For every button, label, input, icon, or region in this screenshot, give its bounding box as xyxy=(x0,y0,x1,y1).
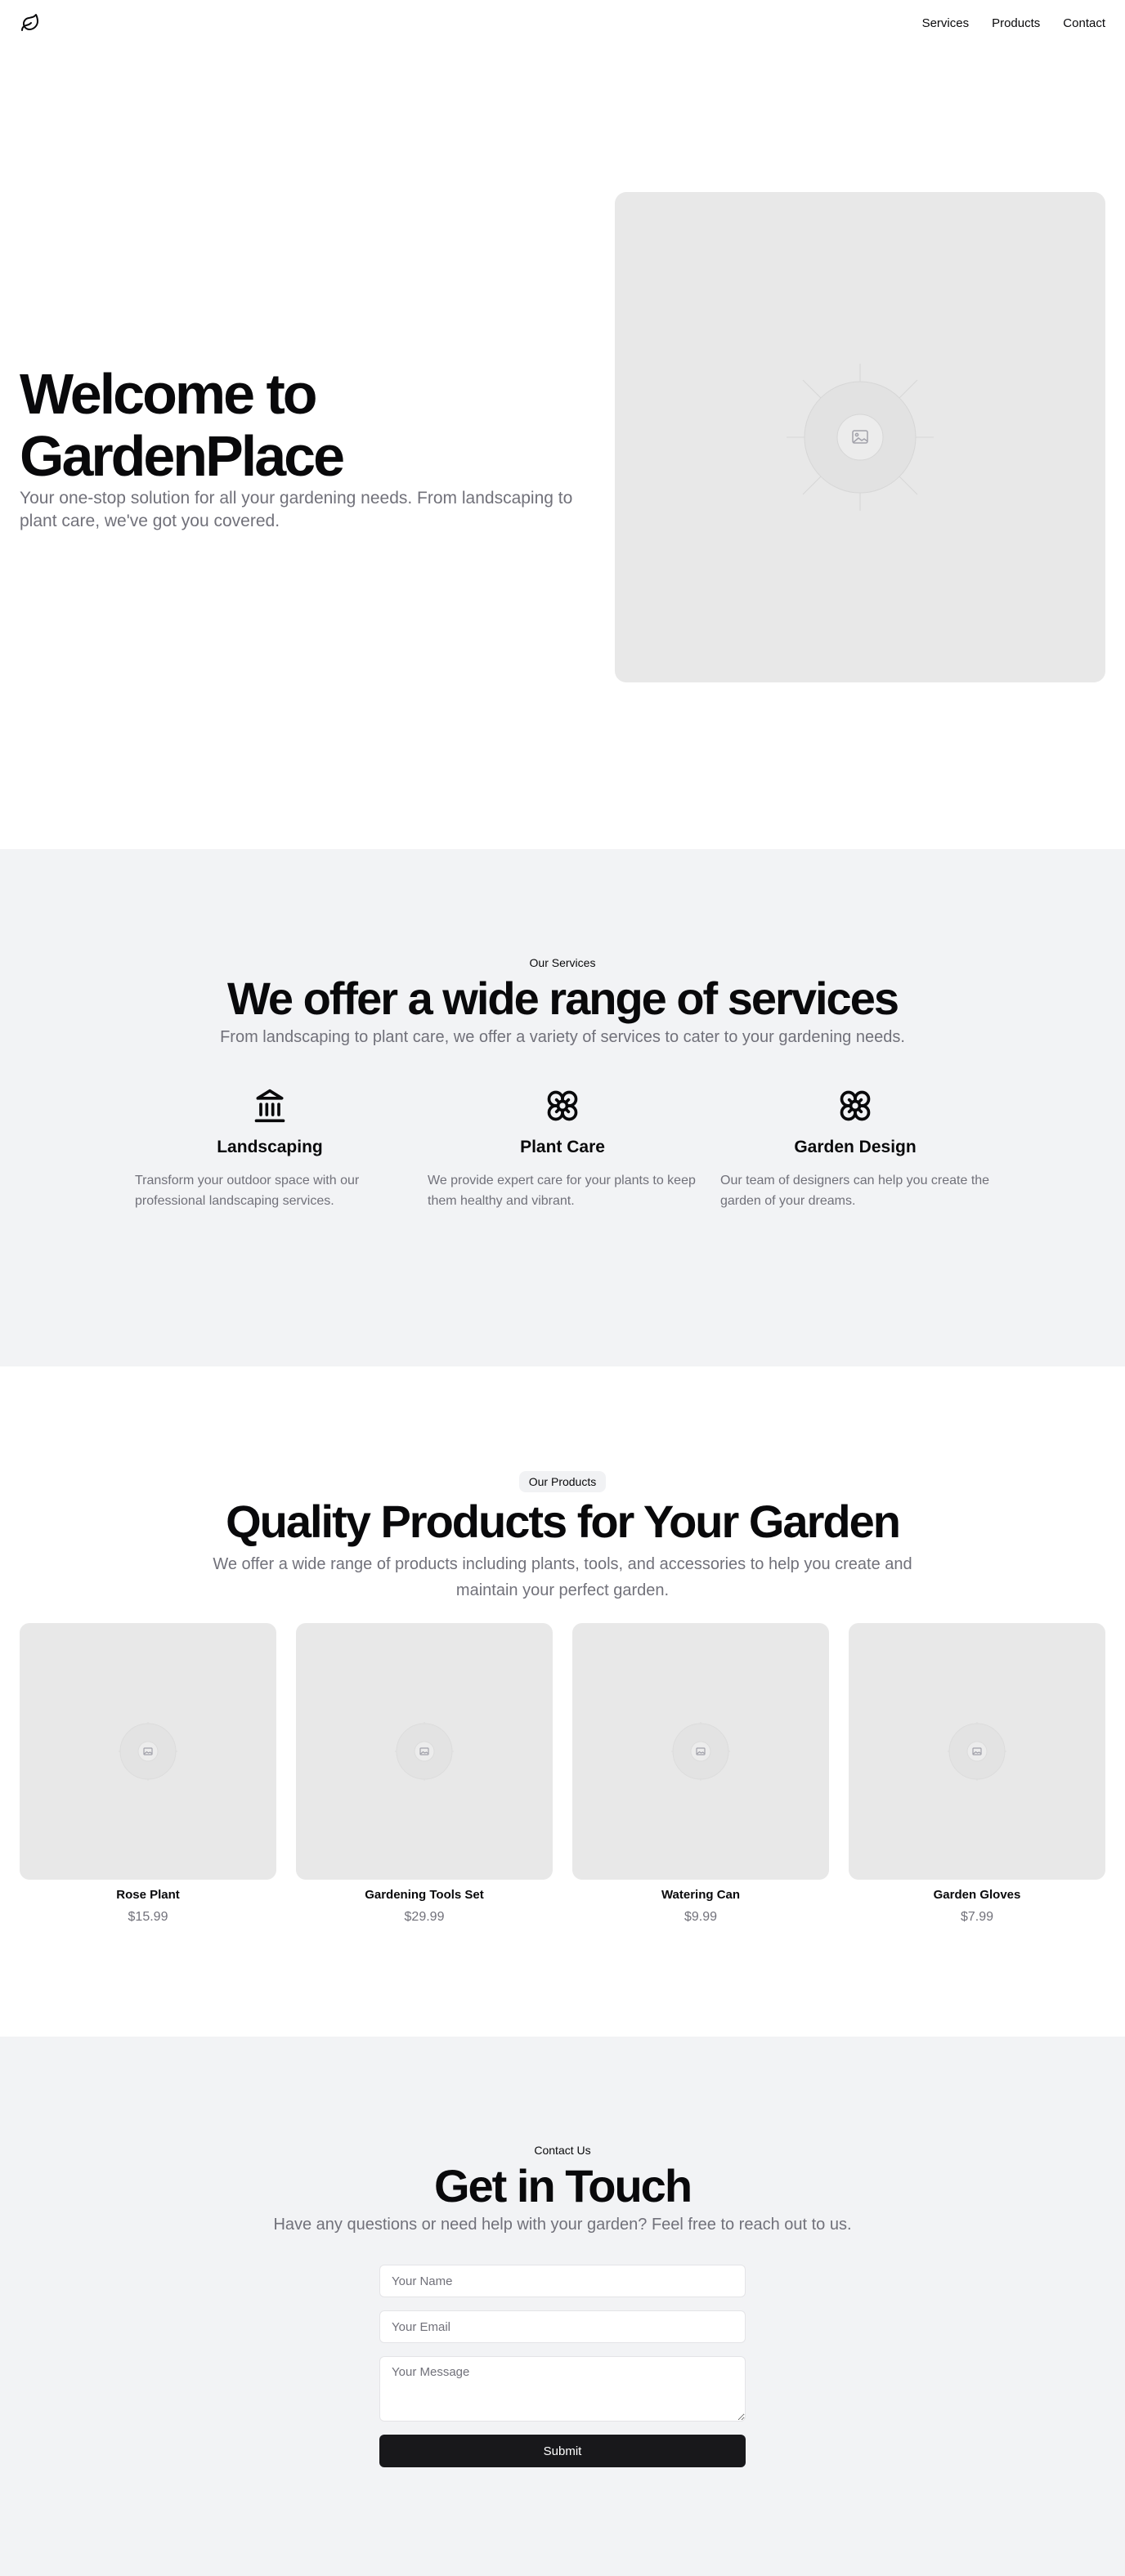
landmark-icon xyxy=(135,1087,405,1125)
contact-form: Submit xyxy=(379,2265,746,2467)
hero-title: Welcome to GardenPlace xyxy=(20,361,345,488)
service-title: Plant Care xyxy=(520,1138,605,1156)
image-placeholder-icon xyxy=(395,1722,454,1781)
service-description: We provide expert care for your plants t… xyxy=(428,1174,696,1208)
nav-link-products[interactable]: Products xyxy=(992,16,1040,30)
submit-button[interactable]: Submit xyxy=(379,2435,746,2467)
product-card[interactable]: Rose Plant $15.99 xyxy=(20,1623,276,1925)
services-eyebrow: Our Services xyxy=(529,956,596,969)
service-title: Garden Design xyxy=(794,1138,917,1156)
nav-link-services[interactable]: Services xyxy=(922,16,970,30)
site-header: Services Products Contact xyxy=(0,0,1125,46)
service-card: Plant Care We provide expert care for yo… xyxy=(428,1087,697,1211)
main-nav: Services Products Contact xyxy=(922,16,1105,30)
name-field[interactable] xyxy=(379,2265,746,2297)
product-image-placeholder xyxy=(296,1623,553,1880)
hero-section: Welcome to GardenPlace Your one-stop sol… xyxy=(0,46,1125,849)
product-name: Watering Can xyxy=(661,1888,741,1902)
products-grid: Rose Plant $15.99 Gardening Tools Set $2… xyxy=(0,1623,1125,1925)
services-section: Our Services We offer a wide range of se… xyxy=(0,849,1125,1366)
services-title: We offer a wide range of services xyxy=(227,973,899,1024)
services-subtitle: From landscaping to plant care, we offer… xyxy=(220,1028,905,1046)
flower-icon xyxy=(720,1087,990,1125)
contact-eyebrow: Contact Us xyxy=(534,2144,591,2157)
image-placeholder-icon xyxy=(787,364,934,511)
service-card: Landscaping Transform your outdoor space… xyxy=(135,1087,405,1211)
product-price: $7.99 xyxy=(960,1910,994,1924)
product-name: Rose Plant xyxy=(116,1888,180,1902)
product-card[interactable]: Garden Gloves $7.99 xyxy=(849,1623,1105,1925)
products-section: Our Products Quality Products for Your G… xyxy=(0,1366,1125,2037)
product-image-placeholder xyxy=(849,1623,1105,1880)
email-field[interactable] xyxy=(379,2310,746,2343)
product-price: $29.99 xyxy=(404,1910,445,1924)
contact-title: Get in Touch xyxy=(433,2160,692,2212)
nav-link-contact[interactable]: Contact xyxy=(1063,16,1105,30)
product-price: $15.99 xyxy=(128,1910,168,1924)
image-placeholder-icon xyxy=(119,1722,177,1781)
message-field[interactable] xyxy=(379,2356,746,2422)
product-image-placeholder xyxy=(20,1623,276,1880)
image-placeholder-icon xyxy=(948,1722,1006,1781)
hero-subtitle: Your one-stop solution for all your gard… xyxy=(20,488,573,530)
service-description: Transform your outdoor space with our pr… xyxy=(135,1174,360,1208)
contact-subtitle: Have any questions or need help with you… xyxy=(273,2216,852,2234)
products-title: Quality Products for Your Garden xyxy=(226,1496,901,1547)
service-description: Our team of designers can help you creat… xyxy=(720,1174,990,1208)
service-title: Landscaping xyxy=(217,1138,323,1156)
product-price: $9.99 xyxy=(684,1910,718,1924)
contact-section: Contact Us Get in Touch Have any questio… xyxy=(0,2037,1125,2576)
product-image-placeholder xyxy=(572,1623,829,1880)
product-card[interactable]: Watering Can $9.99 xyxy=(572,1623,829,1925)
product-card[interactable]: Gardening Tools Set $29.99 xyxy=(296,1623,553,1925)
services-grid: Landscaping Transform your outdoor space… xyxy=(0,1087,1125,1211)
service-card: Garden Design Our team of designers can … xyxy=(720,1087,990,1211)
products-subtitle: We offer a wide range of products includ… xyxy=(213,1555,912,1599)
product-name: Gardening Tools Set xyxy=(365,1888,484,1902)
image-placeholder-icon xyxy=(671,1722,730,1781)
flower-icon xyxy=(428,1087,697,1125)
products-eyebrow: Our Products xyxy=(518,1471,607,1492)
hero-image-placeholder xyxy=(615,192,1105,682)
hero-text: Welcome to GardenPlace Your one-stop sol… xyxy=(20,363,592,533)
product-name: Garden Gloves xyxy=(933,1888,1021,1902)
leaf-icon[interactable] xyxy=(20,12,41,34)
